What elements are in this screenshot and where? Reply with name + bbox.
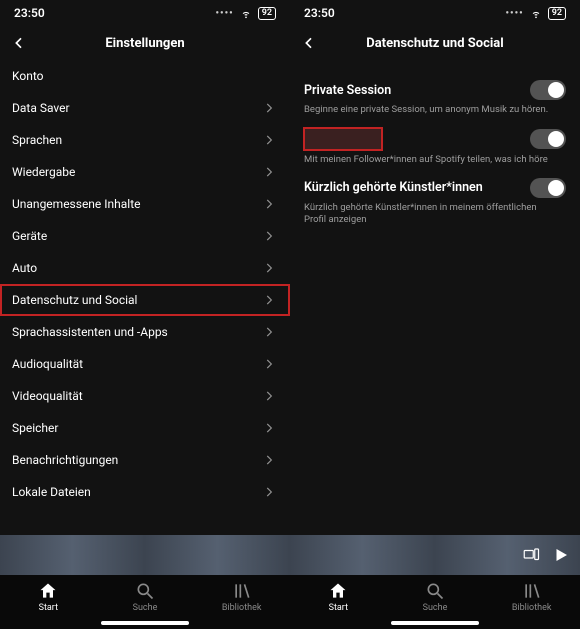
row-unangemessene[interactable]: Unangemessene Inhalte	[0, 188, 290, 220]
privacy-content: Private Session Beginne eine private Ses…	[290, 60, 580, 226]
row-label: Sprachassistenten und -Apps	[12, 325, 168, 339]
row-label: Datenschutz und Social	[12, 293, 137, 307]
privacy-header: Datenschutz und Social	[290, 26, 580, 60]
private-session-label: Private Session	[304, 83, 391, 98]
chevron-right-icon	[260, 163, 278, 181]
row-konto[interactable]: Konto	[0, 60, 290, 92]
wifi-icon	[529, 8, 543, 18]
recent-artists-row: Kürzlich gehörte Künstler*innen	[304, 178, 566, 198]
private-session-desc: Beginne eine private Session, um anonym …	[304, 104, 566, 116]
private-session-toggle[interactable]	[530, 80, 566, 100]
search-icon	[425, 581, 445, 601]
row-benachrichtigungen[interactable]: Benachrichtigungen	[0, 444, 290, 476]
row-label: Data Saver	[12, 101, 70, 115]
battery-icon: 92	[258, 7, 276, 20]
signal-dots-icon: ••••	[216, 8, 234, 19]
home-icon	[38, 581, 58, 601]
listening-activity-toggle[interactable]	[530, 129, 566, 149]
row-label: Konto	[12, 69, 44, 83]
nav-start[interactable]: Start	[303, 581, 373, 613]
chevron-right-icon	[260, 291, 278, 309]
row-label: Speicher	[12, 421, 58, 435]
row-label: Benachrichtigungen	[12, 453, 118, 467]
privacy-pane: 23:50 •••• 92 Datenschutz und Social Pri…	[290, 0, 580, 629]
recent-artists-toggle[interactable]	[530, 178, 566, 198]
row-label: Lokale Dateien	[12, 485, 91, 499]
status-bar: 23:50 •••• 92	[0, 0, 290, 26]
row-lokale-dateien[interactable]: Lokale Dateien	[0, 476, 290, 508]
bottom-nav: Start Suche Bibliothek	[290, 575, 580, 629]
battery-icon: 92	[548, 7, 566, 20]
chevron-right-icon	[260, 355, 278, 373]
back-button[interactable]	[8, 32, 30, 54]
nav-label: Suche	[133, 603, 158, 613]
chevron-right-icon	[260, 259, 278, 277]
clock: 23:50	[304, 6, 335, 20]
back-button[interactable]	[298, 32, 320, 54]
recent-artists-label: Kürzlich gehörte Künstler*innen	[304, 180, 483, 195]
settings-header: Einstellungen	[0, 26, 290, 60]
clock: 23:50	[14, 6, 45, 20]
now-playing-bar[interactable]	[290, 535, 580, 575]
row-label: Unangemessene Inhalte	[12, 197, 141, 211]
nav-bibliothek[interactable]: Bibliothek	[207, 581, 277, 613]
chevron-right-icon	[260, 419, 278, 437]
signal-dots-icon: ••••	[506, 8, 524, 19]
row-label: Audioqualität	[12, 357, 83, 371]
page-title: Datenschutz und Social	[366, 36, 503, 51]
settings-pane: 23:50 •••• 92 Einstellungen Konto Data S…	[0, 0, 290, 629]
play-icon[interactable]	[550, 544, 572, 566]
row-data-saver[interactable]: Data Saver	[0, 92, 290, 124]
row-speicher[interactable]: Speicher	[0, 412, 290, 444]
nav-bibliothek[interactable]: Bibliothek	[497, 581, 567, 613]
row-label: Videoqualität	[12, 389, 83, 403]
connect-device-icon[interactable]	[520, 544, 542, 566]
row-auto[interactable]: Auto	[0, 252, 290, 284]
chevron-right-icon	[260, 195, 278, 213]
home-indicator	[391, 621, 479, 625]
search-icon	[135, 581, 155, 601]
chevron-right-icon	[260, 323, 278, 341]
row-videoqualitaet[interactable]: Videoqualität	[0, 380, 290, 412]
status-bar: 23:50 •••• 92	[290, 0, 580, 26]
row-wiedergabe[interactable]: Wiedergabe	[0, 156, 290, 188]
listening-activity-desc: Mit meinen Follower*innen auf Spotify te…	[304, 154, 566, 166]
nav-suche[interactable]: Suche	[400, 581, 470, 613]
row-audioqualitaet[interactable]: Audioqualität	[0, 348, 290, 380]
library-icon	[232, 581, 252, 601]
settings-list: Konto Data Saver Sprachen Wiedergabe Una…	[0, 60, 290, 535]
nav-start[interactable]: Start	[13, 581, 83, 613]
listening-activity-label-redacted	[304, 128, 382, 150]
row-label: Geräte	[12, 229, 47, 243]
now-playing-bar[interactable]	[0, 535, 290, 575]
nav-label: Suche	[423, 603, 448, 613]
nav-label: Bibliothek	[222, 603, 262, 613]
chevron-right-icon	[260, 131, 278, 149]
library-icon	[522, 581, 542, 601]
chevron-right-icon	[260, 451, 278, 469]
private-session-row: Private Session	[304, 80, 566, 100]
nav-label: Bibliothek	[512, 603, 552, 613]
nav-suche[interactable]: Suche	[110, 581, 180, 613]
nav-label: Start	[39, 603, 58, 613]
listening-activity-row	[304, 128, 566, 150]
recent-artists-desc: Kürzlich gehörte Künstler*innen in meine…	[304, 202, 566, 226]
row-datenschutz[interactable]: Datenschutz und Social	[0, 284, 290, 316]
chevron-right-icon	[260, 483, 278, 501]
page-title: Einstellungen	[105, 36, 184, 51]
row-sprachassistenten[interactable]: Sprachassistenten und -Apps	[0, 316, 290, 348]
bottom-nav: Start Suche Bibliothek	[0, 575, 290, 629]
row-label: Auto	[12, 261, 37, 275]
row-sprachen[interactable]: Sprachen	[0, 124, 290, 156]
chevron-right-icon	[260, 99, 278, 117]
chevron-right-icon	[260, 387, 278, 405]
chevron-right-icon	[260, 227, 278, 245]
home-indicator	[101, 621, 189, 625]
row-label: Wiedergabe	[12, 165, 75, 179]
nav-label: Start	[329, 603, 348, 613]
home-icon	[328, 581, 348, 601]
wifi-icon	[239, 8, 253, 18]
row-label: Sprachen	[12, 133, 62, 147]
row-geraete[interactable]: Geräte	[0, 220, 290, 252]
